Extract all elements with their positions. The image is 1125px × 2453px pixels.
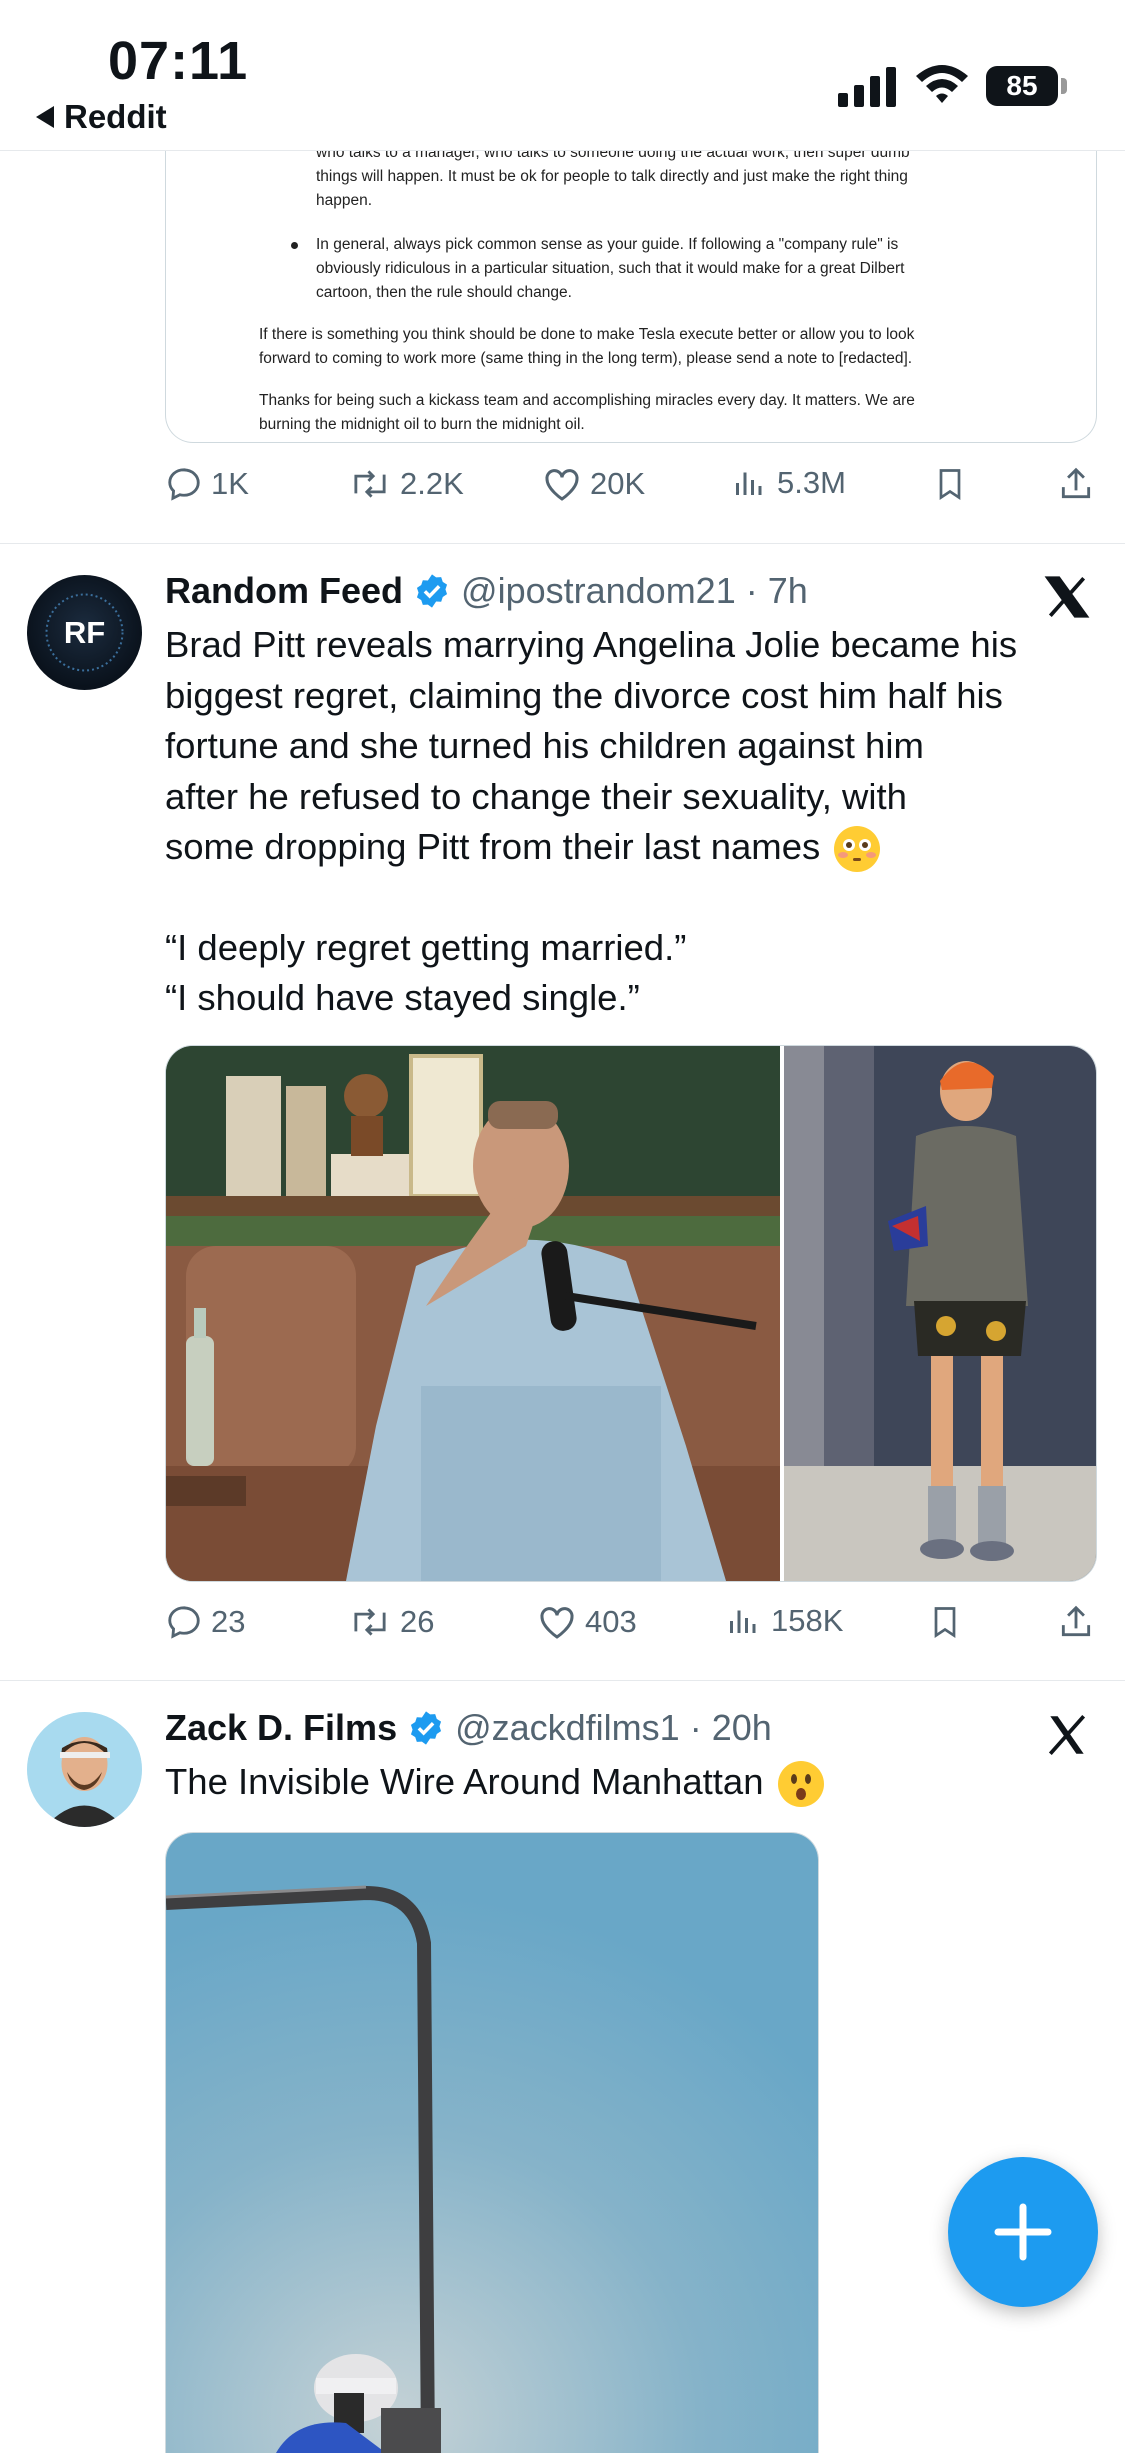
x-logo-icon[interactable] (1042, 1710, 1092, 1760)
back-app-label: Reddit (64, 98, 167, 135)
verified-badge-icon (411, 1711, 442, 1745)
share-button[interactable] (1057, 1603, 1095, 1641)
views-button[interactable]: 5.3M (733, 465, 846, 501)
doc-line: Thanks for being such a kickass team and… (259, 392, 915, 409)
doc-line: forward to coming to work more (same thi… (259, 350, 913, 367)
author-handle[interactable]: @ipostrandom21 (461, 570, 736, 612)
like-button[interactable]: 403 (537, 1603, 637, 1641)
tweet-text-line: Brad Pitt reveals marrying Angelina Joli… (165, 624, 1018, 665)
views-icon (730, 1610, 756, 1633)
compose-button[interactable] (948, 2157, 1098, 2307)
views-count: 5.3M (777, 465, 846, 500)
reply-count: 1K (211, 466, 249, 501)
doc-line: obviously ridiculous in a particular sit… (316, 260, 905, 277)
video-frame (166, 1833, 818, 2453)
doc-line: burning the midnight oil to burn the mid… (259, 416, 585, 433)
tweet-header: Random Feed @ipostrandom21 · 7h (165, 570, 808, 612)
author-name[interactable]: Zack D. Films (165, 1707, 397, 1749)
tweet-text-line: biggest regret, claiming the divorce cos… (165, 674, 1003, 716)
tweet-body: The Invisible Wire Around Manhattan (165, 1757, 1095, 1808)
tweet-text-line: fortune and she turned his children agai… (165, 725, 924, 766)
x-logo-icon[interactable] (1042, 572, 1092, 622)
reply-count: 23 (211, 1604, 246, 1639)
repost-count: 26 (400, 1604, 435, 1639)
tweet-timestamp: · 7h (745, 570, 808, 611)
tweet-timestamp: · 20h (689, 1707, 772, 1748)
tweet-text-line: some dropping Pitt from their last names (165, 826, 821, 867)
tweet-body: Brad Pitt reveals marrying Angelina Joli… (165, 620, 1095, 1024)
views-count: 158K (771, 1603, 844, 1638)
like-button[interactable]: 20K (542, 465, 645, 503)
like-count: 403 (585, 1604, 637, 1639)
avatar-image: RF (45, 593, 124, 672)
compose-plus-icon (994, 2203, 1052, 2261)
repost-button[interactable]: 2.2K (348, 465, 464, 503)
clock: 07:11 (108, 31, 249, 91)
cellular-signal-icon (838, 62, 896, 107)
flushed-emoji-icon (834, 826, 881, 873)
bookmark-button[interactable] (927, 1603, 963, 1641)
verified-badge-icon (416, 574, 448, 608)
tweet-action-bar: 23 26 403 158K (165, 1603, 1095, 1653)
repost-count: 2.2K (400, 466, 464, 501)
reply-icon (168, 1606, 200, 1639)
tweet-action-bar: 1K 2.2K 20K 5.3M (165, 465, 1095, 515)
battery-cap-icon (1061, 78, 1067, 94)
tweet-text-line: after he refused to change their sexuali… (165, 775, 907, 817)
author-name[interactable]: Random Feed (165, 570, 403, 612)
wifi-icon (916, 65, 968, 103)
repost-icon (354, 1608, 386, 1636)
like-icon (545, 469, 579, 501)
doc-line: If there is something you think should b… (259, 326, 915, 343)
back-to-app-button[interactable]: Reddit (36, 98, 167, 136)
views-icon (736, 472, 762, 495)
bookmark-icon (934, 1607, 956, 1639)
reply-button[interactable]: 23 (165, 1603, 245, 1641)
avatar-zack-d-films[interactable] (27, 1712, 142, 1827)
hushed-emoji-icon (777, 1761, 824, 1808)
views-button[interactable]: 158K (727, 1603, 843, 1639)
quote-line: “I should have stayed single.” (165, 977, 640, 1018)
doc-line: In general, always pick common sense as … (316, 236, 899, 253)
doc-line: cartoon, then the rule should change. (316, 284, 572, 301)
like-icon (540, 1607, 574, 1639)
share-icon (1061, 1605, 1091, 1637)
back-arrow-icon (36, 106, 54, 128)
tweet-video-thumbnail[interactable] (165, 1832, 819, 2453)
doc-line: happen. (316, 192, 373, 209)
avatar-initials: RF (64, 615, 105, 650)
bookmark-icon (939, 469, 961, 501)
document-screenshot-media[interactable]: who talks to a manager, who talks to som… (165, 120, 1097, 443)
tweet-divider (0, 1680, 1125, 1681)
tweet-media-grid (165, 1045, 1097, 1582)
bullet-icon (291, 242, 298, 249)
quote-line: “I deeply regret getting married.” (165, 926, 687, 968)
tweet-text-line: The Invisible Wire Around Manhattan (165, 1761, 764, 1802)
bookmark-button[interactable] (932, 465, 968, 503)
battery-indicator: 85 (986, 66, 1058, 106)
doc-line: things will happen. It must be ok for pe… (316, 168, 908, 185)
tweet-header: Zack D. Films @zackdfilms1 · 20h (165, 1707, 772, 1749)
tweet-divider (0, 543, 1125, 544)
avatar-random-feed[interactable]: RF (27, 575, 142, 690)
status-bar: 07:11 Reddit 85 (0, 0, 1125, 151)
avatar-image (27, 1712, 142, 1827)
repost-button[interactable]: 26 (348, 1603, 434, 1641)
reply-icon (168, 468, 200, 501)
repost-icon (354, 470, 386, 498)
share-button[interactable] (1057, 465, 1095, 503)
reply-button[interactable]: 1K (165, 465, 249, 503)
like-count: 20K (590, 466, 646, 501)
author-handle[interactable]: @zackdfilms1 (455, 1707, 680, 1749)
tweet-photo-pair (166, 1046, 1096, 1581)
share-icon (1061, 467, 1091, 499)
